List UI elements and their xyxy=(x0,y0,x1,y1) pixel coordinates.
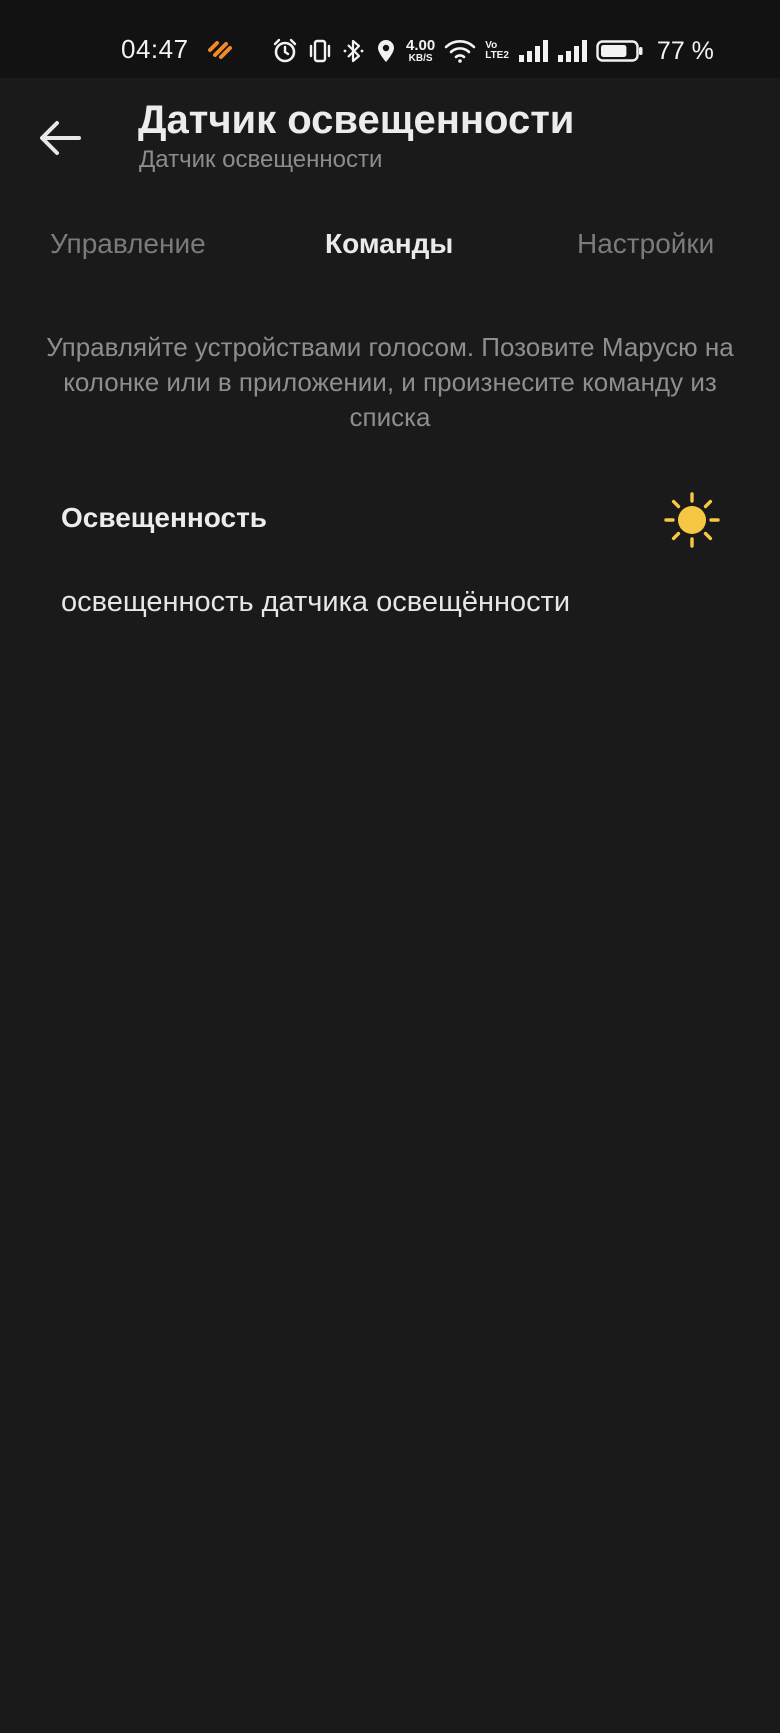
signal-icon-sim1 xyxy=(518,40,548,62)
tab-commands[interactable]: Команды xyxy=(325,228,453,260)
status-icons: 4.00 KB/S Vo LTE2 77 % xyxy=(272,34,714,68)
app-notification-icon xyxy=(208,41,232,59)
volte-bottom: LTE2 xyxy=(485,50,509,61)
commands-description: Управляйте устройствами голосом. Позовит… xyxy=(46,332,734,432)
page-subtitle: Датчик освещенности xyxy=(139,146,383,173)
vibrate-icon xyxy=(309,39,331,63)
network-speed-unit: KB/S xyxy=(408,53,433,64)
alarm-icon xyxy=(273,38,297,63)
tab-control[interactable]: Управление xyxy=(50,228,206,260)
command-card: Освещенность освещенность датчика освещё… xyxy=(0,480,780,640)
network-speed: 4.00 KB/S xyxy=(406,38,435,64)
location-icon xyxy=(378,40,394,62)
status-time: 04:47 xyxy=(121,34,189,64)
back-button[interactable] xyxy=(30,108,90,168)
command-phrase[interactable]: освещенность датчика освещённости xyxy=(61,586,570,619)
arrow-left-icon xyxy=(40,121,81,155)
bluetooth-icon xyxy=(343,39,364,63)
tab-bar: Управление Команды Настройки xyxy=(0,220,780,276)
volte-indicator: Vo LTE2 xyxy=(485,40,509,62)
sun-icon xyxy=(664,492,720,548)
status-bar: 04:47 4.00 KB/S Vo LTE2 77 % xyxy=(0,0,780,78)
network-speed-value: 4.00 xyxy=(406,37,436,54)
battery-percent: 77 % xyxy=(656,36,714,65)
battery-icon xyxy=(596,40,643,62)
signal-icon-sim2 xyxy=(557,40,587,62)
wifi-icon xyxy=(444,40,476,63)
page-title: Датчик освещенности xyxy=(138,98,575,142)
app-bar: Датчик освещенности Датчик освещенности xyxy=(0,78,780,188)
tab-settings[interactable]: Настройки xyxy=(577,228,714,260)
command-title: Освещенность xyxy=(61,502,268,533)
